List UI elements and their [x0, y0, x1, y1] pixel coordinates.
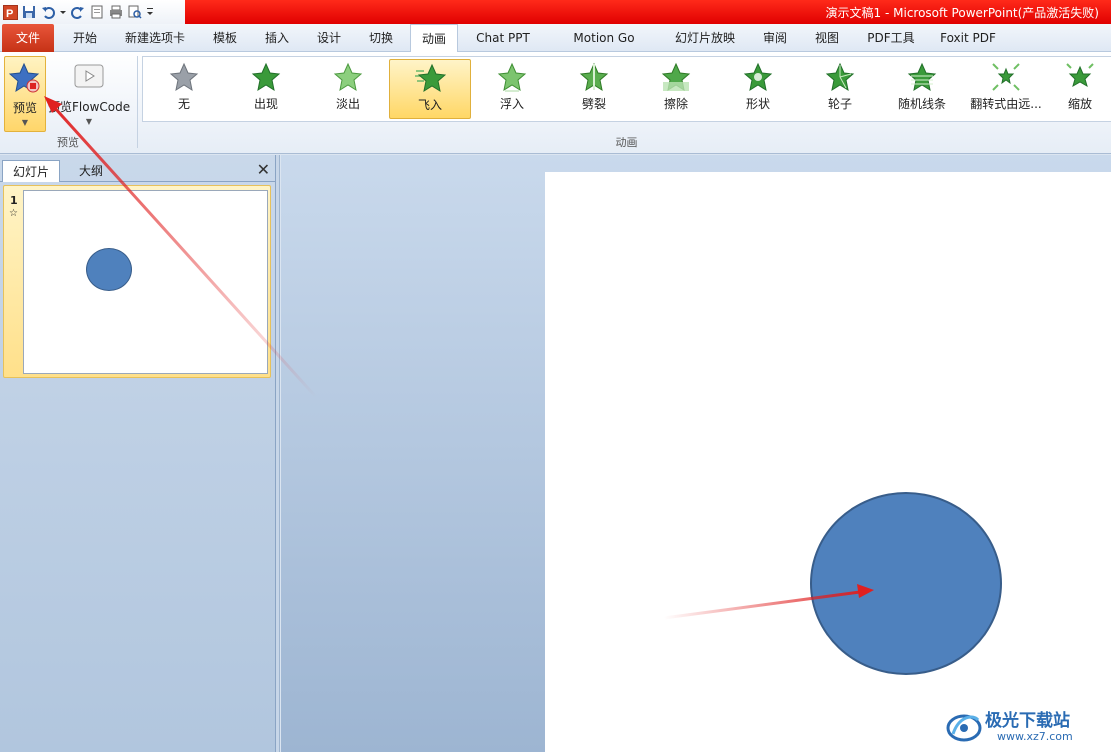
group-separator: [137, 56, 138, 148]
svg-text:P: P: [6, 8, 13, 20]
preview-group: 预览 ▼ 预览FlowCode ▼ 预览: [0, 54, 136, 152]
preview-button[interactable]: 预览 ▼: [4, 56, 46, 132]
quick-access-toolbar: P: [0, 0, 185, 24]
tab-chat-ppt[interactable]: Chat PPT: [468, 24, 538, 52]
chevron-down-icon[interactable]: [59, 4, 67, 20]
animation-group-label: 动画: [615, 136, 638, 149]
ribbon-tab-bar: 文件 开始 新建选项卡 模板 插入 设计 切换 动画 Chat PPT Moti…: [0, 24, 1111, 53]
title-band: 演示文稿1 - Microsoft PowerPoint(产品激活失败): [185, 0, 1111, 24]
save-icon[interactable]: [21, 4, 37, 20]
print-preview-icon[interactable]: [127, 4, 143, 20]
tab-foxit-pdf[interactable]: Foxit PDF: [932, 24, 1004, 52]
circle-shape[interactable]: [810, 492, 1002, 675]
slide-number: 1: [10, 194, 18, 207]
preview-group-label: 预览: [57, 136, 79, 149]
animation-marker-icon: ☆: [9, 208, 18, 219]
watermark-url: www.xz7.com: [997, 730, 1073, 743]
tab-outline[interactable]: 大纲: [62, 160, 120, 182]
redo-icon[interactable]: [70, 4, 86, 20]
tab-transitions[interactable]: 切换: [360, 24, 402, 52]
tab-slides[interactable]: 幻灯片: [2, 160, 60, 182]
ribbon: 预览 ▼ 预览FlowCode ▼ 预览 无 出现 淡出 飞入 浮入 劈裂 擦除…: [0, 52, 1111, 154]
tab-home[interactable]: 开始: [62, 24, 108, 52]
watermark-logo-icon: [946, 714, 982, 742]
tab-review[interactable]: 审阅: [754, 24, 796, 52]
watermark-brand: 极光下载站: [985, 711, 1070, 731]
flowcode-label: 预览FlowCode: [48, 100, 131, 114]
watermark: 极光下载站 www.xz7.com: [945, 706, 1105, 748]
slide-canvas[interactable]: [545, 172, 1111, 752]
close-icon[interactable]: ✕: [257, 160, 270, 180]
slide-editor: [281, 155, 1111, 752]
title-bar: P 演示文稿1 - Microsoft PowerPoint(产品激活失败): [0, 0, 1111, 24]
tab-new-tab[interactable]: 新建选项卡: [117, 24, 193, 52]
tab-motion-go[interactable]: Motion Go: [564, 24, 644, 52]
powerpoint-logo-icon[interactable]: P: [2, 4, 18, 20]
slides-pane: 幻灯片 大纲 ✕ 1 ☆: [0, 155, 276, 752]
chevron-down-icon: ▼: [21, 118, 29, 127]
tab-templates[interactable]: 模板: [204, 24, 246, 52]
tab-animations[interactable]: 动画: [410, 24, 458, 53]
preview-star-icon: [5, 61, 45, 95]
tab-view[interactable]: 视图: [806, 24, 848, 52]
thumbnail-circle-shape: [86, 248, 132, 291]
pane-splitter[interactable]: [276, 155, 280, 752]
undo-icon[interactable]: [40, 4, 56, 20]
tab-pdf-tools[interactable]: PDF工具: [858, 24, 924, 52]
customize-qat-icon[interactable]: [146, 4, 154, 20]
preview-label: 预览: [12, 101, 37, 115]
tab-slideshow[interactable]: 幻灯片放映: [668, 24, 742, 52]
tab-file[interactable]: 文件: [2, 24, 54, 52]
chevron-down-icon: ▼: [85, 117, 93, 126]
pane-tabs: 幻灯片 大纲 ✕: [0, 158, 276, 182]
animation-group: 动画: [142, 54, 1111, 152]
tab-insert[interactable]: 插入: [256, 24, 298, 52]
new-icon[interactable]: [89, 4, 105, 20]
slide-thumbnail[interactable]: [23, 190, 268, 374]
print-icon[interactable]: [108, 4, 124, 20]
window-title: 演示文稿1 - Microsoft PowerPoint(产品激活失败): [825, 6, 1099, 20]
slide-thumbnail-item[interactable]: 1 ☆: [3, 185, 271, 378]
play-icon: [48, 60, 130, 94]
preview-flowcode-button[interactable]: 预览FlowCode ▼: [48, 56, 130, 132]
tab-design[interactable]: 设计: [308, 24, 350, 52]
